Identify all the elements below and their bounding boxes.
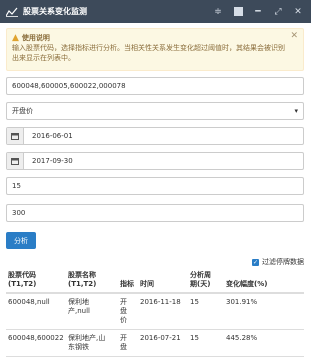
filter-suspended-toggle[interactable]: ✓ 过滤停牌数据 [252,257,304,267]
cell-time: 2016-07-21 [138,329,188,357]
cell-period: 15 [188,293,224,330]
alert-body: 输入股票代码，选择指标进行分析。当相关性关系发生变化超过阈值时，其结果会被识别出… [12,44,285,62]
stock-codes-value: 600048,600005,600022,000078 [12,82,126,90]
expand-icon[interactable]: ⤢ [271,5,285,19]
close-icon[interactable]: ✕ [291,5,305,19]
chart-icon [6,7,18,17]
cell-stock-name: 保利地 产,null [66,293,118,330]
cell-indicator: 开 盘 [118,329,138,357]
header-time: 时间 [138,268,188,294]
cell-indicator: 开 盘 价 [118,293,138,330]
indicator-select[interactable]: 开盘价 ▾ [6,102,304,120]
main-content: ▲ 使用说明 输入股票代码，选择指标进行分析。当相关性关系发生变化超过阈值时，其… [6,28,304,357]
header-period: 分析周 期(天) [188,268,224,294]
start-date-value: 2016-06-01 [32,132,73,140]
analyze-button[interactable]: 分析 [6,232,36,249]
minimize-icon[interactable]: ━ [251,5,265,19]
header-change: 变化幅度(%) [224,268,304,294]
start-date-input[interactable]: 2016-06-01 [6,127,304,145]
cell-change: 445.28% [224,329,304,357]
stock-codes-input[interactable]: 600048,600005,600022,000078 [6,77,304,95]
cell-stock-code: 600048,600022 [6,329,66,357]
table-header-row: 股票代码 (T1,T2) 股票名称 (T1,T2) 指标 时间 分析周 期(天)… [6,268,304,294]
window-days-value: 15 [12,182,21,190]
end-date-value: 2017-09-30 [32,157,73,165]
end-date-input[interactable]: 2017-09-30 [6,152,304,170]
cell-change: 301.91% [224,293,304,330]
cell-time: 2016-11-18 [138,293,188,330]
table-row[interactable]: 600048,null 保利地 产,null 开 盘 价 2016-11-18 … [6,293,304,330]
chevron-down-icon: ▾ [294,107,298,115]
checkbox-checked-icon[interactable]: ✓ [252,258,259,266]
window-days-input[interactable]: 15 [6,177,304,195]
calendar-icon[interactable] [7,128,24,144]
filter-icon[interactable]: ≑ [211,5,225,19]
alert-title: 使用说明 [21,34,50,42]
header-stock-code: 股票代码 (T1,T2) [6,268,66,294]
cell-stock-name: 保利地产,山 东钢铁 [66,329,118,357]
threshold-value: 300 [12,209,26,217]
table-row[interactable]: 600048,600022 保利地产,山 东钢铁 开 盘 2016-07-21 … [6,329,304,357]
usage-alert: ▲ 使用说明 输入股票代码，选择指标进行分析。当相关性关系发生变化超过阈值时，其… [6,28,304,71]
warning-icon: ▲ [12,33,19,43]
maximize-icon[interactable] [231,5,245,19]
results-table: 股票代码 (T1,T2) 股票名称 (T1,T2) 指标 时间 分析周 期(天)… [6,268,304,357]
calendar-icon[interactable] [7,153,24,169]
header-indicator: 指标 [118,268,138,294]
indicator-value: 开盘价 [12,107,33,115]
cell-stock-code: 600048,null [6,293,66,330]
window-title: 股票关系变化监测 [23,7,87,16]
header-stock-name: 股票名称 (T1,T2) [66,268,118,294]
window-titlebar: 股票关系变化监测 ≑ ━ ⤢ ✕ [0,0,311,23]
alert-close-icon[interactable]: ✕ [290,31,298,41]
cell-period: 15 [188,329,224,357]
threshold-input[interactable]: 300 [6,204,304,222]
filter-label: 过滤停牌数据 [262,258,304,266]
